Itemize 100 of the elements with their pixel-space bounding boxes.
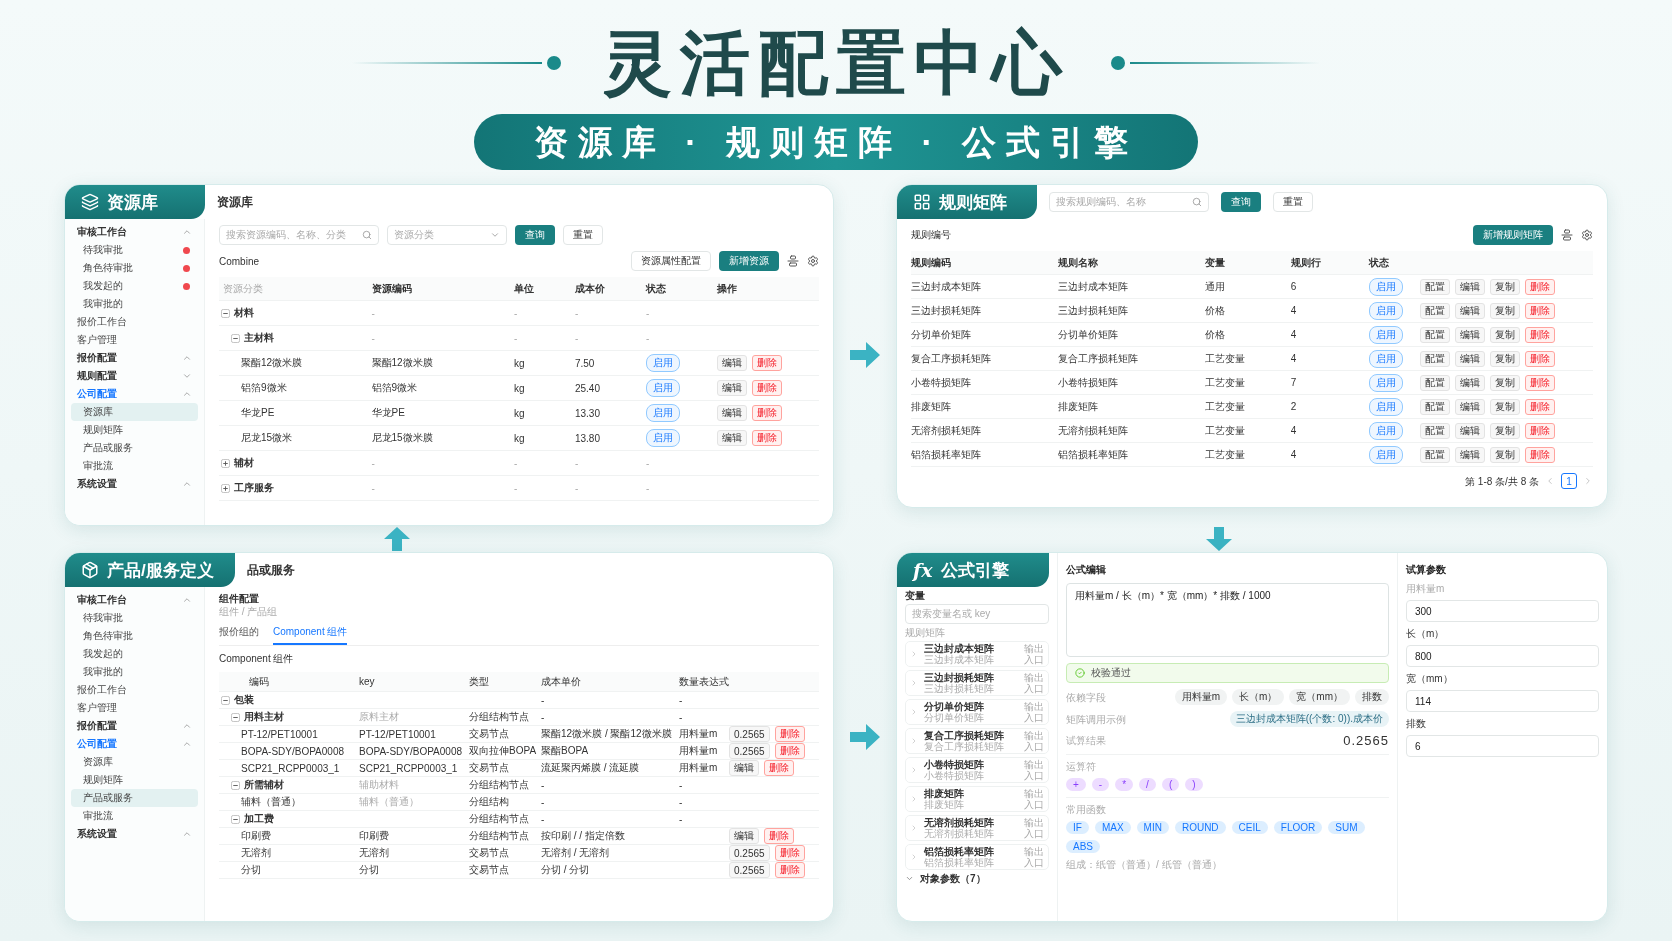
delete-button[interactable]: 删除 bbox=[1525, 398, 1556, 415]
action-button[interactable]: 编辑 bbox=[1455, 446, 1486, 463]
expand-icon[interactable] bbox=[221, 483, 230, 493]
attribute-config-button[interactable]: 资源属性配置 bbox=[631, 251, 711, 271]
sidebar-item[interactable]: 审批流 bbox=[71, 457, 198, 475]
sidebar-item[interactable]: 客户管理 bbox=[71, 699, 198, 717]
action-button[interactable]: 编辑 bbox=[717, 355, 748, 371]
delete-button[interactable]: 删除 bbox=[764, 760, 794, 776]
input-field[interactable]: 300 bbox=[1406, 600, 1599, 622]
action-button[interactable]: 编辑 bbox=[1455, 374, 1486, 391]
page-button[interactable]: 1 bbox=[1561, 473, 1577, 489]
sidebar-group[interactable]: 公司配置 bbox=[71, 385, 198, 403]
action-button[interactable]: 复制 bbox=[1490, 350, 1521, 367]
function-chip[interactable]: IF bbox=[1066, 821, 1089, 834]
action-button[interactable]: 0.2565 bbox=[729, 743, 770, 759]
action-button[interactable]: 复制 bbox=[1490, 374, 1521, 391]
sidebar-item[interactable]: 产品或服务 bbox=[71, 439, 198, 457]
operator-chip[interactable]: * bbox=[1115, 778, 1134, 791]
function-chip[interactable]: CEIL bbox=[1231, 821, 1268, 834]
action-button[interactable]: 复制 bbox=[1490, 446, 1521, 463]
matrix-item[interactable]: 三边封损耗矩阵 三边封损耗矩阵 输出 入口 bbox=[905, 670, 1049, 696]
sidebar-group[interactable]: 公司配置 bbox=[71, 735, 198, 753]
action-button[interactable]: 编辑 bbox=[717, 405, 748, 421]
action-button[interactable]: 编辑 bbox=[729, 760, 759, 776]
action-button[interactable]: 配置 bbox=[1420, 326, 1451, 343]
section-toggle[interactable]: 对象参数（7） bbox=[920, 873, 986, 884]
sidebar-item[interactable]: 审批流 bbox=[71, 807, 198, 825]
action-button[interactable]: 编辑 bbox=[1455, 302, 1486, 319]
sidebar-item[interactable]: 角色待审批 bbox=[71, 259, 198, 277]
density-icon[interactable] bbox=[787, 255, 799, 267]
query-button[interactable]: 查询 bbox=[1221, 192, 1261, 212]
collapse-icon[interactable] bbox=[221, 308, 230, 318]
add-matrix-button[interactable]: 新增规则矩阵 bbox=[1473, 225, 1553, 245]
add-resource-button[interactable]: 新增资源 bbox=[719, 251, 779, 271]
delete-button[interactable]: 删除 bbox=[774, 845, 805, 861]
tab[interactable]: Component 组件 bbox=[273, 623, 348, 645]
expand-icon[interactable] bbox=[221, 458, 230, 468]
collapse-icon[interactable] bbox=[231, 814, 240, 824]
action-button[interactable]: 编辑 bbox=[1455, 422, 1486, 439]
action-button[interactable]: 编辑 bbox=[717, 430, 748, 446]
delete-button[interactable]: 删除 bbox=[774, 726, 805, 742]
function-chip[interactable]: FLOOR bbox=[1273, 821, 1323, 834]
settings-icon[interactable] bbox=[1581, 229, 1593, 241]
matrix-item[interactable]: 小卷特损矩阵 小卷特损矩阵 输出 入口 bbox=[905, 757, 1049, 783]
delete-button[interactable]: 删除 bbox=[774, 862, 805, 878]
matrix-item[interactable]: 排废矩阵 排废矩阵 输出 入口 bbox=[905, 786, 1049, 812]
action-button[interactable]: 0.2565 bbox=[729, 862, 770, 878]
action-button[interactable]: 复制 bbox=[1490, 422, 1521, 439]
matrix-item[interactable]: 复合工序损耗矩阵 复合工序损耗矩阵 输出 入口 bbox=[905, 728, 1049, 754]
sidebar-item[interactable]: 规则矩阵 bbox=[71, 771, 198, 789]
action-button[interactable]: 编辑 bbox=[1455, 398, 1486, 415]
sidebar-item[interactable]: 报价工作台 bbox=[71, 313, 198, 331]
sidebar-group[interactable]: 系统设置 bbox=[71, 475, 198, 493]
collapse-icon[interactable] bbox=[231, 712, 240, 722]
operator-chip[interactable]: ( bbox=[1161, 778, 1180, 791]
sidebar-item[interactable]: 资源库 bbox=[71, 753, 198, 771]
function-chip[interactable]: SUM bbox=[1328, 821, 1365, 834]
collapse-icon[interactable] bbox=[221, 695, 230, 705]
delete-button[interactable]: 删除 bbox=[752, 355, 783, 371]
action-button[interactable]: 编辑 bbox=[1455, 278, 1486, 295]
delete-button[interactable]: 删除 bbox=[774, 743, 805, 759]
delete-button[interactable]: 删除 bbox=[1525, 326, 1556, 343]
action-button[interactable]: 编辑 bbox=[729, 828, 759, 844]
action-button[interactable]: 配置 bbox=[1420, 398, 1451, 415]
action-button[interactable]: 编辑 bbox=[717, 380, 748, 396]
sidebar-group[interactable]: 报价配置 bbox=[71, 349, 198, 367]
collapse-icon[interactable] bbox=[231, 780, 240, 790]
operator-chip[interactable]: + bbox=[1066, 778, 1086, 791]
matrix-item[interactable]: 分切单价矩阵 分切单价矩阵 输出 入口 bbox=[905, 699, 1049, 725]
delete-button[interactable]: 删除 bbox=[752, 405, 783, 421]
function-chip[interactable]: MIN bbox=[1136, 821, 1169, 834]
sidebar-item[interactable]: 规则矩阵 bbox=[71, 421, 198, 439]
sidebar-group[interactable]: 审核工作台 bbox=[71, 223, 198, 241]
collapse-icon[interactable] bbox=[231, 333, 240, 343]
action-button[interactable]: 复制 bbox=[1490, 398, 1521, 415]
input-field[interactable]: 800 bbox=[1406, 645, 1599, 667]
action-button[interactable]: 配置 bbox=[1420, 374, 1451, 391]
delete-button[interactable]: 删除 bbox=[752, 430, 783, 446]
action-button[interactable]: 配置 bbox=[1420, 350, 1451, 367]
operator-chip[interactable]: ) bbox=[1185, 778, 1203, 791]
sidebar-group[interactable]: 审核工作台 bbox=[71, 591, 198, 609]
delete-button[interactable]: 删除 bbox=[1525, 278, 1556, 295]
action-button[interactable]: 配置 bbox=[1420, 278, 1451, 295]
input-field[interactable]: 114 bbox=[1406, 690, 1599, 712]
sidebar-group[interactable]: 报价配置 bbox=[71, 717, 198, 735]
action-button[interactable]: 0.2565 bbox=[729, 845, 770, 861]
sidebar-item[interactable]: 客户管理 bbox=[71, 331, 198, 349]
operator-chip[interactable]: - bbox=[1091, 778, 1110, 791]
matrix-item[interactable]: 无溶剂损耗矩阵 无溶剂损耗矩阵 输出 入口 bbox=[905, 815, 1049, 841]
function-chip[interactable]: MAX bbox=[1094, 821, 1131, 834]
sidebar-item[interactable]: 我发起的 bbox=[71, 277, 198, 295]
matrix-item[interactable]: 三边封成本矩阵 三边封成本矩阵 输出 入口 bbox=[905, 641, 1049, 667]
sidebar-item[interactable]: 我审批的 bbox=[71, 295, 198, 313]
settings-icon[interactable] bbox=[807, 255, 819, 267]
sidebar-item[interactable]: 我审批的 bbox=[71, 663, 198, 681]
delete-button[interactable]: 删除 bbox=[1525, 302, 1556, 319]
sidebar-item[interactable]: 角色待审批 bbox=[71, 627, 198, 645]
delete-button[interactable]: 删除 bbox=[764, 828, 794, 844]
density-icon[interactable] bbox=[1561, 229, 1573, 241]
function-chip[interactable]: ROUND bbox=[1174, 821, 1226, 834]
